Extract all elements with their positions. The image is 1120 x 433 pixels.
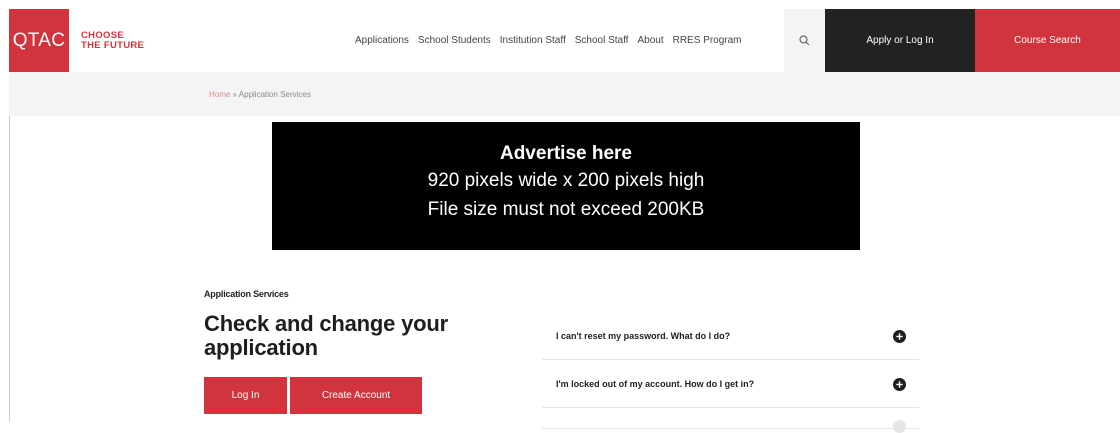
create-account-button[interactable]: Create Account [290, 377, 422, 414]
tagline-line2: THE FUTURE [81, 40, 145, 51]
ad-line-dimensions: 920 pixels wide x 200 pixels high [427, 170, 705, 191]
breadcrumb-bar: Home » Application Services [9, 72, 1120, 116]
nav-about[interactable]: About [637, 35, 663, 46]
faq-question: I can't reset my password. What do I do? [556, 331, 731, 341]
course-search-button[interactable]: Course Search [975, 9, 1120, 72]
advertisement-banner[interactable]: Advertise here 920 pixels wide x 200 pix… [272, 122, 860, 250]
ad-line-filesize: File size must not exceed 200KB [427, 199, 705, 220]
search-button[interactable] [784, 9, 825, 72]
site-header: QTAC CHOOSE THE FUTURE Applications Scho… [9, 9, 1120, 72]
nav-school-staff[interactable]: School Staff [575, 35, 629, 46]
search-icon [799, 35, 810, 46]
faq-question: I'm locked out of my account. How do I g… [556, 379, 755, 389]
breadcrumb-home[interactable]: Home [209, 90, 230, 99]
ad-title: Advertise here [499, 143, 632, 164]
nav-institution-staff[interactable]: Institution Staff [500, 35, 566, 46]
course-search-label: Course Search [1014, 35, 1081, 46]
main-nav: Applications School Students Institution… [355, 9, 751, 72]
faq-item-reset-password[interactable]: I can't reset my password. What do I do? [542, 312, 919, 360]
create-account-label: Create Account [321, 390, 391, 401]
plus-circle-icon[interactable] [893, 378, 906, 391]
plus-circle-icon[interactable] [893, 330, 906, 343]
nav-applications[interactable]: Applications [355, 35, 409, 46]
section-label: Application Services [204, 289, 289, 299]
login-button[interactable]: Log In [204, 377, 287, 414]
faq-item-partial[interactable] [542, 408, 919, 433]
apply-or-login-button[interactable]: Apply or Log In [825, 9, 975, 72]
faq-item-locked-out[interactable]: I'm locked out of my account. How do I g… [542, 360, 919, 408]
apply-or-login-label: Apply or Log In [866, 35, 934, 46]
breadcrumb-current: Application Services [238, 90, 311, 99]
faq-list: I can't reset my password. What do I do?… [542, 312, 919, 433]
nav-school-students[interactable]: School Students [418, 35, 491, 46]
breadcrumb: Home » Application Services [209, 90, 311, 99]
nav-rres-program[interactable]: RRES Program [673, 35, 742, 46]
page-frame-rule [9, 116, 10, 422]
login-label: Log In [231, 390, 260, 401]
qtac-logo[interactable]: QTAC [9, 9, 69, 72]
breadcrumb-separator: » [230, 90, 239, 99]
page-title: Check and change your application [204, 311, 448, 360]
logo-text: QTAC [12, 29, 66, 51]
tagline: CHOOSE THE FUTURE [81, 31, 144, 51]
